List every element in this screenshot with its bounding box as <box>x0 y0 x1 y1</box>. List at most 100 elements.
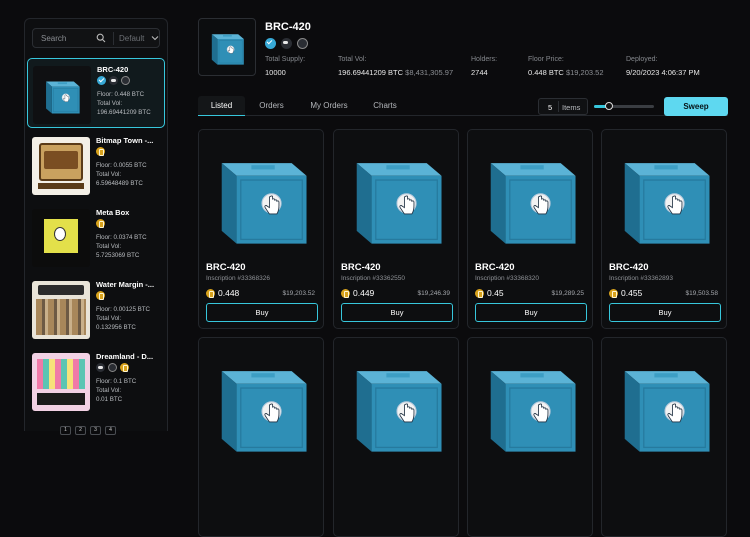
chevron-down-icon[interactable] <box>151 34 159 42</box>
nft-inscription: Inscription #33368320 <box>475 275 539 282</box>
header-stat: Total Supply: 10000 <box>265 56 305 77</box>
items-count-value[interactable]: 5 <box>548 103 552 112</box>
collection-badges <box>96 363 129 372</box>
nft-price: 0.455 <box>609 288 642 298</box>
collection-item[interactable]: Bitmap Town -... Floor: 0.0055 BTC Total V… <box>27 130 165 200</box>
nft-image[interactable] <box>478 350 584 460</box>
collection-vol: 196.69441209 BTC <box>97 109 151 116</box>
nft-image[interactable] <box>209 142 315 252</box>
buy-button[interactable]: Buy <box>206 303 318 322</box>
collection-item[interactable]: BRC-420 Floor: 0.448 BTC Total Vol: 196.694… <box>27 58 165 128</box>
nft-price: 0.45 <box>475 288 504 298</box>
header-stat: Total Vol: 196.69441209 BTC $8,431,305.97 <box>338 56 453 77</box>
collection-vol: 0.132956 BTC <box>96 324 136 331</box>
nft-image[interactable] <box>612 142 718 252</box>
collection-name: Bitmap Town -... <box>96 136 154 145</box>
nft-image[interactable] <box>344 350 450 460</box>
sort-select[interactable]: Default <box>119 34 144 43</box>
nft-price: 0.449 <box>341 288 374 298</box>
items-slider[interactable] <box>594 102 654 110</box>
nft-image[interactable] <box>478 142 584 252</box>
nft-price: 0.448 <box>206 288 239 298</box>
collection-vol: 6.59648489 BTC <box>96 180 143 187</box>
nft-card[interactable] <box>333 337 459 537</box>
search-box[interactable]: Search Default <box>32 28 160 48</box>
header-stat: Floor Price: 0.448 BTC $19,203.52 <box>528 56 604 77</box>
nft-image[interactable] <box>344 142 450 252</box>
tab-charts[interactable]: Charts <box>364 96 406 116</box>
stat-value-text: 9/20/2023 4:06:37 PM <box>626 68 700 77</box>
sweep-button[interactable]: Sweep <box>664 97 728 116</box>
buy-button[interactable]: Buy <box>609 303 721 322</box>
collection-thumbnail <box>32 281 90 339</box>
collection-badges <box>96 291 105 300</box>
collection-badges <box>96 219 105 228</box>
stat-value-text: 196.69441209 BTC <box>338 68 404 77</box>
buy-button[interactable]: Buy <box>341 303 453 322</box>
nft-card[interactable]: BRC-420 Inscription #33368326 0.448 $19,203… <box>198 129 324 329</box>
collection-vol: 0.01 BTC <box>96 396 123 403</box>
collection-avatar <box>198 18 256 76</box>
collection-links <box>265 38 308 49</box>
bitcoin-coin-icon <box>206 288 215 298</box>
nft-price-usd: $19,203.52 <box>282 290 315 297</box>
items-divider <box>558 101 559 112</box>
nft-name: BRC-420 <box>475 262 515 273</box>
items-count-input[interactable]: 5 Items <box>538 98 588 115</box>
stat-value: 0.448 BTC $19,203.52 <box>528 68 604 77</box>
collection-thumbnail <box>32 209 90 267</box>
stat-value: 2744 <box>471 68 497 77</box>
stat-value-text: 2744 <box>471 68 488 77</box>
collection-floor: Floor: 0.00125 BTC <box>96 306 150 313</box>
bitcoin-coin-icon <box>341 288 350 298</box>
discord-icon <box>109 76 118 85</box>
stat-label: Floor Price: <box>528 56 564 63</box>
collection-item[interactable]: Meta Box Floor: 0.0374 BTC Total Vol: 5.725… <box>27 202 165 272</box>
discord-icon <box>96 363 105 372</box>
collection-floor: Floor: 0.1 BTC <box>96 378 137 385</box>
collection-item[interactable]: Dreamland - D... Floor: 0.1 BTC Total Vol:… <box>27 346 165 416</box>
nft-image[interactable] <box>612 350 718 460</box>
globe-icon <box>108 363 117 372</box>
collections-sidebar: Search Default BRC-420 Floor: 0.448 BTC To… <box>24 18 168 431</box>
nft-card[interactable] <box>198 337 324 537</box>
nft-inscription: Inscription #33362550 <box>341 275 405 282</box>
tab-my-orders[interactable]: My Orders <box>301 96 357 116</box>
collection-vol-label: Total Vol: <box>96 243 122 250</box>
collection-thumbnail <box>32 137 90 195</box>
nft-card[interactable]: BRC-420 Inscription #33362893 0.455 $19,503… <box>601 129 727 329</box>
header-stat: Holders: 2744 <box>471 56 497 77</box>
nft-card[interactable] <box>467 337 593 537</box>
collection-floor: Floor: 0.448 BTC <box>97 91 145 98</box>
stat-value: 9/20/2023 4:06:37 PM <box>626 68 700 77</box>
collection-floor: Floor: 0.0055 BTC <box>96 162 147 169</box>
nft-card[interactable]: BRC-420 Inscription #33368320 0.45 $19,289.… <box>467 129 593 329</box>
collection-vol: 5.7253069 BTC <box>96 252 140 259</box>
stat-usd: $8,431,305.97 <box>405 68 454 77</box>
tab-orders[interactable]: Orders <box>248 96 295 116</box>
nft-card[interactable] <box>601 337 727 537</box>
bitcoin-coin-icon <box>475 288 484 298</box>
stat-value-text: 10000 <box>265 68 286 77</box>
nft-inscription: Inscription #33368326 <box>206 275 270 282</box>
collection-vol-label: Total Vol: <box>96 315 122 322</box>
stat-usd: $19,203.52 <box>565 68 604 77</box>
search-placeholder[interactable]: Search <box>41 34 66 43</box>
nft-price-usd: $19,289.25 <box>551 290 584 297</box>
nft-price-value: 0.448 <box>218 288 240 298</box>
globe-icon <box>121 76 130 85</box>
buy-button[interactable]: Buy <box>475 303 587 322</box>
collection-item[interactable]: Water Margin -... Floor: 0.00125 BTC Total… <box>27 274 165 344</box>
nft-card[interactable]: BRC-420 Inscription #33362550 0.449 $19,246… <box>333 129 459 329</box>
discord-icon[interactable] <box>281 38 292 49</box>
nft-image[interactable] <box>209 350 315 460</box>
header-stat: Deployed: 9/20/2023 4:06:37 PM <box>626 56 700 77</box>
nft-inscription: Inscription #33362893 <box>609 275 673 282</box>
bitcoin-coin-icon <box>120 363 129 372</box>
nft-price-usd: $19,246.39 <box>417 290 450 297</box>
collection-badges <box>96 147 105 156</box>
tab-listed[interactable]: Listed <box>198 96 245 116</box>
slider-knob[interactable] <box>605 102 613 110</box>
search-icon[interactable] <box>96 33 106 43</box>
globe-icon[interactable] <box>297 38 308 49</box>
